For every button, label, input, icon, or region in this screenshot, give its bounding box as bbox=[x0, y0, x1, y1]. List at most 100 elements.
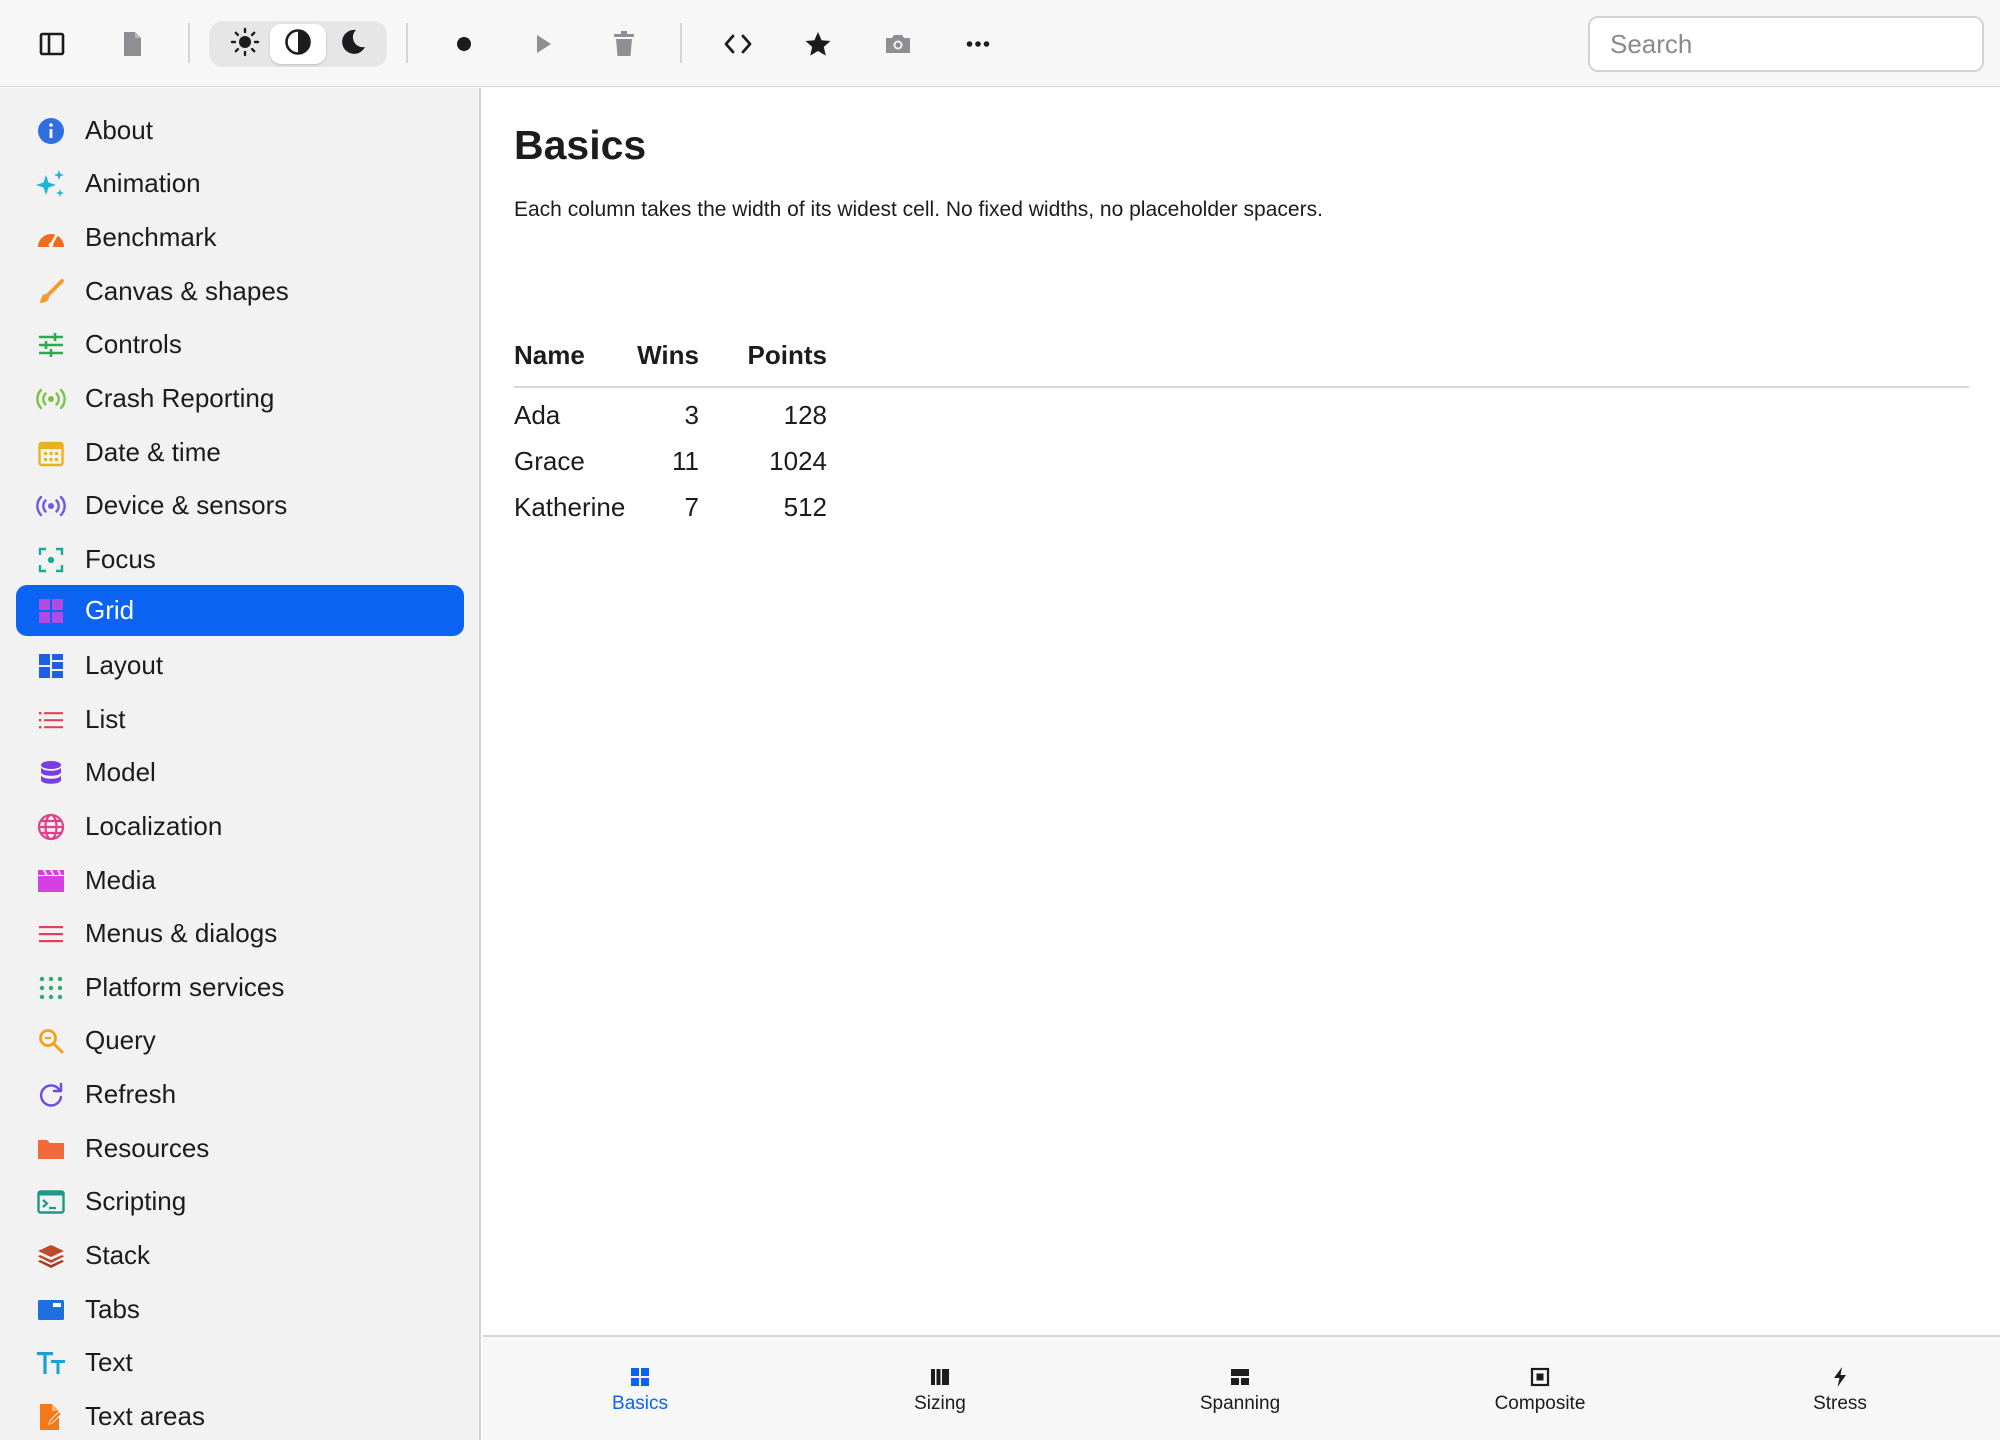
appearance-segmented-control bbox=[209, 21, 387, 67]
table-cell-name: Ada bbox=[514, 400, 561, 430]
broadcast-icon bbox=[36, 384, 66, 414]
sidebar-item-device-sensors[interactable]: Device & sensors bbox=[16, 480, 464, 531]
sidebar-item-layout[interactable]: Layout bbox=[16, 640, 464, 691]
star-icon bbox=[804, 31, 832, 57]
sidebar-item-text[interactable]: Text bbox=[16, 1337, 464, 1388]
tab-label: Sizing bbox=[914, 1393, 966, 1414]
code-icon bbox=[723, 33, 753, 55]
sidebar-item-label: Canvas & shapes bbox=[85, 276, 289, 306]
sidebar-item-query[interactable]: Query bbox=[16, 1015, 464, 1066]
sidebar-item-scripting[interactable]: Scripting bbox=[16, 1176, 464, 1227]
sidebar-item-focus[interactable]: Focus bbox=[16, 534, 464, 585]
tab-label: Basics bbox=[612, 1393, 668, 1414]
tabs-icon bbox=[36, 1295, 66, 1325]
play-icon bbox=[535, 33, 553, 55]
camera-icon bbox=[884, 33, 912, 55]
tab-composite[interactable]: Composite bbox=[1390, 1337, 1690, 1440]
play-button[interactable] bbox=[516, 16, 572, 72]
toolbar bbox=[0, 0, 2000, 87]
sidebar-item-benchmark[interactable]: Benchmark bbox=[16, 212, 464, 263]
dots-grid-icon bbox=[36, 973, 66, 1003]
code-button[interactable] bbox=[710, 16, 766, 72]
header-divider bbox=[514, 386, 1969, 388]
list-icon bbox=[36, 705, 66, 735]
grid-icon bbox=[36, 596, 66, 626]
sparkles-icon bbox=[36, 169, 66, 199]
columns-icon bbox=[930, 1367, 950, 1387]
sidebar-item-controls[interactable]: Controls bbox=[16, 319, 464, 370]
sidebar-item-label: Localization bbox=[85, 811, 223, 841]
text-size-icon bbox=[36, 1348, 66, 1378]
sidebar-item-label: Query bbox=[85, 1025, 156, 1055]
sidebar-item-label: Platform services bbox=[85, 972, 285, 1002]
sidebar-item-label: Focus bbox=[85, 544, 156, 574]
focus-icon bbox=[36, 545, 66, 575]
table-cell-wins: 7 bbox=[684, 492, 699, 522]
tab-stress[interactable]: Stress bbox=[1690, 1337, 1990, 1440]
tab-spanning[interactable]: Spanning bbox=[1090, 1337, 1390, 1440]
sidebar-item-crash-reporting[interactable]: Crash Reporting bbox=[16, 373, 464, 424]
bolt-icon bbox=[1830, 1367, 1850, 1387]
page-description: Each column takes the width of its wides… bbox=[514, 198, 1323, 221]
trash-icon bbox=[613, 31, 635, 57]
appearance-light-option[interactable] bbox=[217, 24, 273, 64]
film-icon bbox=[36, 866, 66, 896]
sidebar-item-date-time[interactable]: Date & time bbox=[16, 427, 464, 478]
column-header-wins: Wins bbox=[637, 340, 699, 370]
sidebar-item-resources[interactable]: Resources bbox=[16, 1123, 464, 1174]
sidebar-item-stack[interactable]: Stack bbox=[16, 1230, 464, 1281]
sidebar-toggle-button[interactable] bbox=[24, 16, 80, 72]
tab-sizing[interactable]: Sizing bbox=[790, 1337, 1090, 1440]
sun-icon bbox=[230, 27, 260, 62]
sidebar-item-tabs[interactable]: Tabs bbox=[16, 1284, 464, 1335]
table-cell-wins: 3 bbox=[684, 400, 699, 430]
tab-label: Composite bbox=[1494, 1393, 1586, 1414]
sidebar-item-label: List bbox=[85, 704, 126, 734]
record-icon bbox=[456, 36, 472, 52]
sidebar-item-model[interactable]: Model bbox=[16, 747, 464, 798]
column-header-name: Name bbox=[514, 340, 585, 370]
table-cell-name: Katherine bbox=[514, 492, 626, 522]
sidebar-item-text-areas[interactable]: Text areas bbox=[16, 1391, 464, 1440]
toolbar-divider bbox=[406, 23, 408, 63]
column-header-points: Points bbox=[747, 340, 827, 370]
record-button[interactable] bbox=[436, 16, 492, 72]
appearance-dark-option[interactable] bbox=[325, 24, 381, 64]
sidebar-item-label: Text areas bbox=[85, 1401, 205, 1431]
sidebar-item-canvas-shapes[interactable]: Canvas & shapes bbox=[16, 266, 464, 317]
sidebar-item-label: Controls bbox=[85, 329, 182, 359]
search-input[interactable] bbox=[1588, 16, 1984, 72]
tab-label: Spanning bbox=[1199, 1393, 1281, 1414]
sidebar-item-about[interactable]: About bbox=[16, 105, 464, 156]
sidebar-item-grid[interactable]: Grid bbox=[16, 585, 464, 636]
doc-edit-icon bbox=[36, 1402, 66, 1432]
sidebar-item-label: Scripting bbox=[85, 1186, 187, 1216]
sidebar-item-localization[interactable]: Localization bbox=[16, 801, 464, 852]
sidebar-item-label: About bbox=[85, 115, 153, 145]
favorite-button[interactable] bbox=[790, 16, 846, 72]
sidebar-item-menus-dialogs[interactable]: Menus & dialogs bbox=[16, 908, 464, 959]
sidebar-item-label: Tabs bbox=[85, 1294, 140, 1324]
sidebar-toggle-icon bbox=[39, 32, 65, 56]
composite-icon bbox=[1530, 1367, 1550, 1387]
paintbrush-icon bbox=[36, 277, 66, 307]
sidebar-item-label: Stack bbox=[85, 1240, 151, 1270]
tab-basics[interactable]: Basics bbox=[490, 1337, 790, 1440]
magnifier-icon bbox=[36, 1026, 66, 1056]
table-cell-points: 128 bbox=[783, 400, 827, 430]
screenshot-button[interactable] bbox=[870, 16, 926, 72]
more-button[interactable] bbox=[950, 16, 1006, 72]
sidebar-item-label: Crash Reporting bbox=[85, 383, 275, 413]
sidebar-item-label: Media bbox=[85, 865, 156, 895]
sidebar-item-refresh[interactable]: Refresh bbox=[16, 1069, 464, 1120]
appearance-auto-option[interactable] bbox=[270, 24, 326, 64]
sidebar-item-animation[interactable]: Animation bbox=[16, 158, 464, 209]
menu-icon bbox=[36, 919, 66, 949]
delete-button[interactable] bbox=[596, 16, 652, 72]
sidebar-item-media[interactable]: Media bbox=[16, 855, 464, 906]
bottom-tab-bar: Basics Sizing Spanning Composite Stress bbox=[483, 1335, 2000, 1440]
sidebar-item-list[interactable]: List bbox=[16, 694, 464, 745]
document-button[interactable] bbox=[104, 16, 160, 72]
grid-icon bbox=[630, 1367, 650, 1387]
sidebar-item-platform-services[interactable]: Platform services bbox=[16, 962, 464, 1013]
